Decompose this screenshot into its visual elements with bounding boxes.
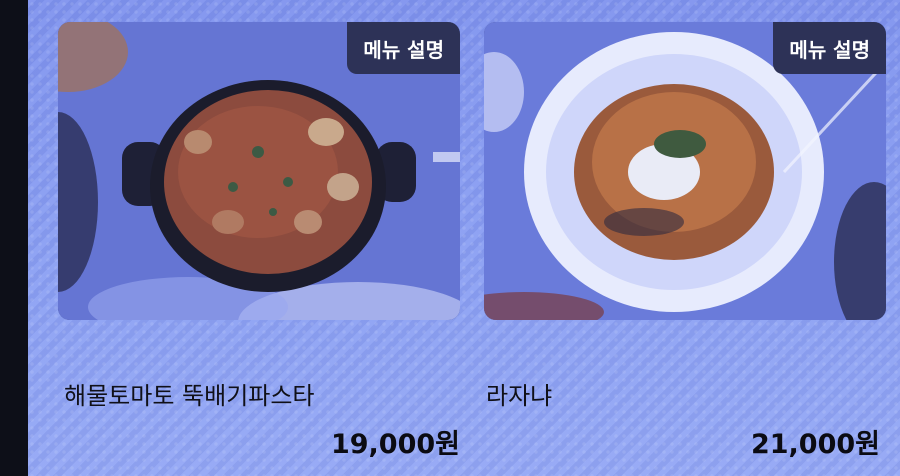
menu-item-name: 해물토마토 뚝배기파스타 xyxy=(64,382,315,410)
menu-item-name: 라자냐 xyxy=(486,382,553,410)
menu-card-lasagna[interactable]: 메뉴 설명 xyxy=(484,22,886,320)
menu-description-button[interactable]: 메뉴 설명 xyxy=(347,22,460,74)
menu-item-price: 19,000원 xyxy=(330,429,460,460)
menu-card-seafood-pasta[interactable]: 메뉴 설명 xyxy=(58,22,460,320)
menu-item-price: 21,000원 xyxy=(750,429,880,460)
menu-description-button[interactable]: 메뉴 설명 xyxy=(773,22,886,74)
